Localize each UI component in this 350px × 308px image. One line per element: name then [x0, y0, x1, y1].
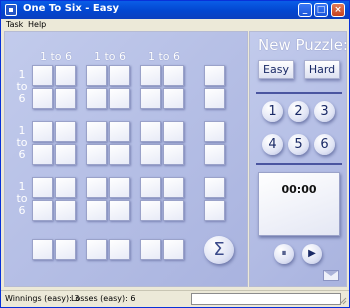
grid-cell[interactable]	[163, 65, 184, 86]
grid-cell[interactable]	[163, 144, 184, 165]
row-label-2: 1 to 6	[16, 124, 28, 161]
column-sum-cell[interactable]	[55, 239, 76, 260]
grid-cell[interactable]	[55, 65, 76, 86]
number-button-4[interactable]: 4	[262, 134, 283, 155]
separator	[256, 92, 342, 94]
row-label-3: 1 to 6	[16, 180, 28, 217]
grid-cell[interactable]	[163, 200, 184, 221]
grid-cell[interactable]	[32, 177, 53, 198]
column-sum-cell[interactable]	[163, 239, 184, 260]
grid-cell[interactable]	[86, 144, 107, 165]
separator	[256, 163, 342, 165]
app-icon	[5, 4, 17, 16]
grid-cell[interactable]	[163, 177, 184, 198]
window-title: One To Six - Easy	[23, 3, 119, 14]
minimize-button[interactable]: _	[298, 3, 312, 17]
timer-panel: 00:00	[258, 172, 340, 236]
grid-cell[interactable]	[163, 88, 184, 109]
grid-cell[interactable]	[140, 144, 161, 165]
grid-cell[interactable]	[140, 200, 161, 221]
grid-cell[interactable]	[32, 88, 53, 109]
grid-cell[interactable]	[55, 121, 76, 142]
status-bar: Winnings (easy): 3 Losses (easy): 6	[1, 290, 349, 307]
grid-cell[interactable]	[55, 200, 76, 221]
menu-help[interactable]: Help	[28, 19, 46, 31]
grid-cell[interactable]	[140, 177, 161, 198]
title-bar[interactable]: One To Six - Easy _ □ ×	[1, 1, 349, 19]
progress-bar	[191, 293, 341, 305]
app-window: One To Six - Easy _ □ × Task Help 1 to 6…	[0, 0, 350, 308]
menu-bar: Task Help	[1, 19, 349, 31]
mail-icon[interactable]	[323, 270, 339, 281]
number-button-2[interactable]: 2	[288, 101, 309, 122]
maximize-button[interactable]: □	[314, 3, 328, 17]
close-button[interactable]: ×	[331, 3, 345, 17]
row-label-1: 1 to 6	[16, 68, 28, 105]
grid-cell[interactable]	[140, 121, 161, 142]
grid-cell[interactable]	[55, 144, 76, 165]
row-sum-cell[interactable]	[204, 121, 225, 142]
grid-cell[interactable]	[55, 88, 76, 109]
column-header-2: 1 to 6	[94, 50, 127, 63]
sum-button[interactable]: Σ	[204, 236, 234, 264]
grid-cell[interactable]	[109, 144, 130, 165]
grid-cell[interactable]	[32, 65, 53, 86]
row-sum-cell[interactable]	[204, 177, 225, 198]
number-button-5[interactable]: 5	[288, 134, 309, 155]
column-sum-cell[interactable]	[109, 239, 130, 260]
winnings-status: Winnings (easy): 3	[5, 294, 80, 303]
resize-grip-icon[interactable]	[339, 297, 347, 305]
grid-cell[interactable]	[109, 121, 130, 142]
grid-cell[interactable]	[163, 121, 184, 142]
grid-cell[interactable]	[86, 88, 107, 109]
grid-cell[interactable]	[109, 177, 130, 198]
column-sum-cell[interactable]	[32, 239, 53, 260]
timer-display: 00:00	[281, 183, 317, 196]
puzzle-board: 1 to 6 1 to 6 1 to 6 1 to 6 1 to 6 1 to …	[4, 31, 248, 287]
grid-cell[interactable]	[32, 121, 53, 142]
grid-cell[interactable]	[86, 65, 107, 86]
column-header-3: 1 to 6	[148, 50, 181, 63]
column-sum-cell[interactable]	[86, 239, 107, 260]
number-button-1[interactable]: 1	[262, 101, 283, 122]
row-sum-cell[interactable]	[204, 65, 225, 86]
grid-cell[interactable]	[109, 88, 130, 109]
grid-cell[interactable]	[140, 88, 161, 109]
column-header-1: 1 to 6	[40, 50, 73, 63]
number-button-3[interactable]: 3	[314, 101, 335, 122]
pause-button[interactable]: ⏸	[274, 244, 294, 264]
grid-cell[interactable]	[86, 200, 107, 221]
number-button-6[interactable]: 6	[314, 134, 335, 155]
grid-cell[interactable]	[109, 200, 130, 221]
menu-task[interactable]: Task	[6, 19, 23, 31]
control-panel: New Puzzle: Easy Hard 1 2 3 4 5 6 00:00 …	[249, 31, 348, 287]
column-sum-cell[interactable]	[140, 239, 161, 260]
grid-cell[interactable]	[86, 121, 107, 142]
row-sum-cell[interactable]	[204, 144, 225, 165]
play-button[interactable]: ▶	[302, 244, 322, 264]
losses-status: Losses (easy): 6	[71, 294, 136, 303]
new-puzzle-title: New Puzzle:	[258, 36, 348, 54]
grid-cell[interactable]	[32, 200, 53, 221]
grid-cell[interactable]	[55, 177, 76, 198]
grid-cell[interactable]	[109, 65, 130, 86]
grid-cell[interactable]	[32, 144, 53, 165]
grid-cell[interactable]	[86, 177, 107, 198]
grid-cell[interactable]	[140, 65, 161, 86]
hard-button[interactable]: Hard	[304, 60, 340, 79]
row-sum-cell[interactable]	[204, 200, 225, 221]
easy-button[interactable]: Easy	[258, 60, 294, 79]
row-sum-cell[interactable]	[204, 88, 225, 109]
